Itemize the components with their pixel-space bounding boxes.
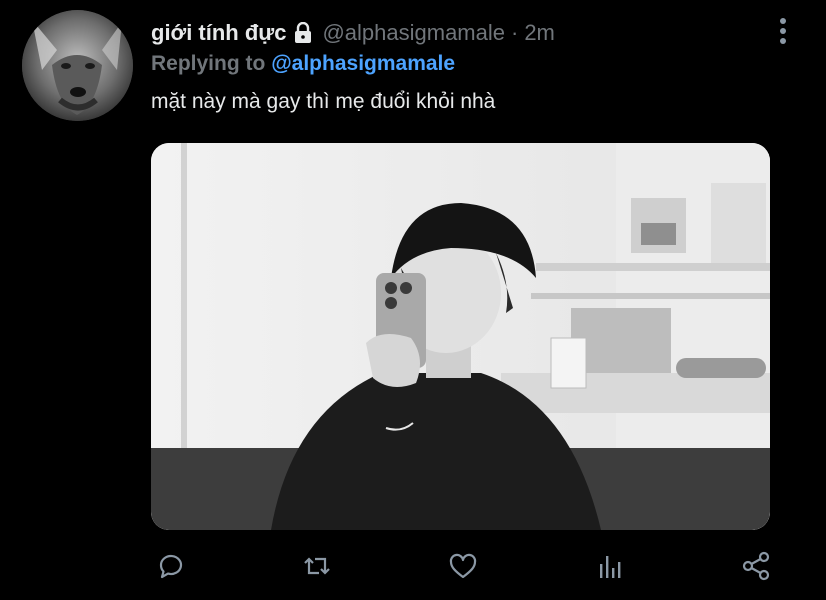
replying-to-prefix: Replying to [151, 52, 266, 75]
tweet-media-photo[interactable] [151, 143, 770, 530]
views-button[interactable] [592, 548, 628, 584]
heart-icon [449, 553, 477, 579]
tweet-action-bar [0, 544, 826, 588]
share-button[interactable] [738, 548, 774, 584]
wolf-avatar-image [22, 10, 133, 121]
share-icon [742, 551, 770, 581]
more-vertical-icon[interactable] [778, 16, 788, 46]
analytics-icon [600, 556, 621, 578]
retweet-button[interactable] [299, 548, 335, 584]
like-button[interactable] [445, 548, 481, 584]
mirror-selfie-photo [151, 143, 770, 530]
reply-icon [159, 554, 183, 579]
replying-to-line: Replying to @alphasigmamale [151, 52, 455, 76]
tweet-text: mặt này mà gay thì mẹ đuổi khỏi nhà [151, 90, 496, 113]
separator-dot: · [510, 20, 519, 45]
retweet-icon [304, 557, 330, 575]
replying-to-handle-link[interactable]: @alphasigmamale [271, 52, 455, 75]
lock-icon [292, 21, 314, 44]
tweet-header: giới tính đực @alphasigmamale · 2m [151, 18, 555, 48]
avatar[interactable] [22, 10, 133, 121]
display-name[interactable]: giới tính đực [151, 20, 286, 46]
reply-button[interactable] [153, 548, 189, 584]
timestamp[interactable]: 2m [524, 20, 555, 46]
user-handle[interactable]: @alphasigmamale [322, 20, 505, 46]
